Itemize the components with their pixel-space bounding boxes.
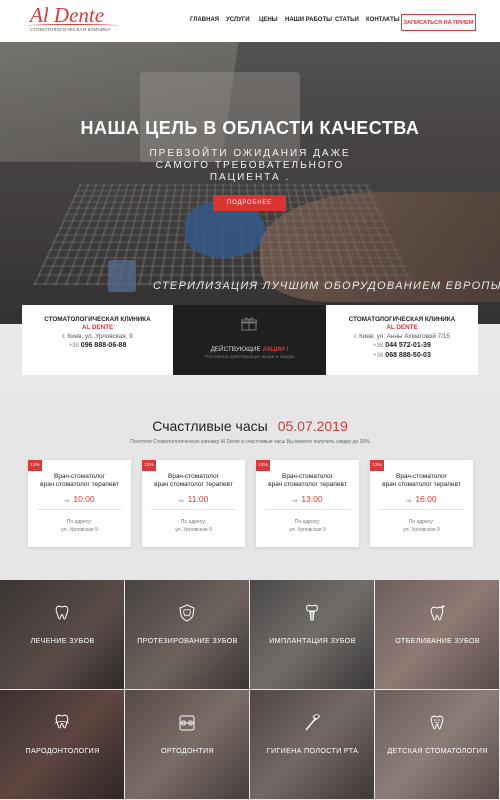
book-appointment-button[interactable]: ЗАПИСАТЬСЯ НА ПРИЕМ (401, 14, 476, 31)
doctor-role: Врач-стоматолог врач стоматолог терапевт (382, 473, 461, 488)
tile-bg (0, 690, 124, 799)
service-tile-whitening[interactable]: ОТБЕЛИВАНИЕ ЗУБОВ (375, 580, 500, 690)
clinic-cards: СТОМАТОЛОГИЧЕСКАЯ КЛИНИКА AL DENTE г. Ки… (22, 305, 478, 375)
service-label: ЛЕЧЕНИЕ ЗУБОВ (30, 636, 95, 645)
tile-bg (250, 690, 374, 799)
logo[interactable]: Al Dente СТОМАТОЛОГИЧЕСКАЯ КЛИНИКА (28, 4, 118, 38)
clinic-address: г. Киев, ул. Урловская, 9 (62, 333, 133, 340)
site-header: Al Dente СТОМАТОЛОГИЧЕСКАЯ КЛИНИКА ГЛАВН… (0, 0, 500, 42)
service-tile-pediatric[interactable]: ДЕТСКАЯ СТОМАТОЛОГИЯ (375, 690, 500, 800)
logo-title: Al Dente (30, 3, 105, 27)
discount-badge: 12% (28, 460, 42, 471)
nav-works[interactable]: НАШИ РАБОТЫ (285, 17, 332, 23)
happy-hours-title: Счастливые часы 05.07.2019 (152, 418, 348, 434)
appointment-time: на 11:00 (178, 494, 209, 504)
service-tile-prosthetics[interactable]: ПРОТЕЗИРОВАНИЕ ЗУБОВ (125, 580, 250, 690)
card-address: По адресу: ул. Урловская 9 (61, 519, 98, 533)
child-tooth-icon (430, 715, 444, 730)
doctor-role: Врач-стоматолог врач стоматолог терапевт (40, 473, 119, 488)
service-tile-implantation[interactable]: ИМПЛАНТАЦИЯ ЗУБОВ (250, 580, 375, 690)
happy-hours-section: Счастливые часы 05.07.2019 Посетите Стома… (0, 390, 500, 580)
clinic-name: СТОМАТОЛОГИЧЕСКАЯ КЛИНИКА (348, 316, 456, 323)
clinic-address: г. Киев, ул. Анны Ахматовой 7/15 (354, 333, 450, 340)
nav-articles[interactable]: СТАТЬИ (335, 17, 359, 23)
divider (265, 509, 350, 510)
service-label: ДЕТСКАЯ СТОМАТОЛОГИЯ (387, 746, 488, 755)
service-tile-treatment[interactable]: ЛЕЧЕНИЕ ЗУБОВ (0, 580, 125, 690)
appointment-time: на 13:00 (292, 494, 323, 504)
gift-icon (241, 317, 257, 331)
nav-contacts[interactable]: КОНТАКТЫ (366, 17, 400, 23)
happy-card[interactable]: 12% Врач-стоматолог врач стоматолог терап… (370, 460, 473, 547)
shield-tooth-icon (179, 604, 195, 622)
tile-bg (125, 690, 249, 799)
happy-card[interactable]: 12% Врач-стоматолог врач стоматолог терап… (256, 460, 359, 547)
tooth-icon (55, 605, 69, 620)
promo-subtitle: Постоянно действующие акции и скидки (204, 355, 295, 360)
promo-card[interactable]: ДЕЙСТВУЮЩИЕ АКЦИИ ! Постоянно действующи… (173, 305, 326, 375)
tile-bg (250, 580, 374, 689)
divider (379, 509, 464, 510)
more-button[interactable]: ПОДРОБНЕЕ (213, 195, 286, 211)
tile-bg (0, 580, 124, 689)
appointment-time: на 10:00 (64, 494, 95, 504)
whitening-icon (430, 605, 445, 621)
logo-subtitle: СТОМАТОЛОГИЧЕСКАЯ КЛИНИКА (30, 27, 111, 32)
clinic-phone[interactable]: +38 068 888-50-03 (326, 351, 478, 361)
card-address: По адресу: ул. Урловская 9 (175, 519, 212, 533)
happy-card[interactable]: 12% Врач-стоматолог врач стоматолог терап… (28, 460, 131, 547)
service-label: ГИГИЕНА ПОЛОСТИ РТА (266, 746, 359, 755)
promo-title: ДЕЙСТВУЮЩИЕ АКЦИИ ! (210, 346, 289, 353)
doctor-role: Врач-стоматолог врач стоматолог терапевт (268, 473, 347, 488)
service-label: ОТБЕЛИВАНИЕ ЗУБОВ (395, 636, 480, 645)
service-label: ОРТОДОНТИЯ (161, 746, 214, 755)
divider (151, 509, 236, 510)
clinic-phone[interactable]: +38 044 572-01-39 (326, 341, 478, 351)
braces-icon (179, 715, 195, 731)
clinic-card-right: СТОМАТОЛОГИЧЕСКАЯ КЛИНИКА AL DENTE г. Ки… (326, 305, 478, 375)
nav-services[interactable]: УСЛУГИ (226, 17, 250, 23)
hero-banner: НАША ЦЕЛЬ В ОБЛАСТИ КАЧЕСТВА ПРЕВЗОЙТИ О… (0, 42, 500, 324)
service-label: ПАРОДОНТОЛОГИЯ (25, 746, 100, 755)
tile-bg (125, 580, 249, 689)
service-tile-orthodontics[interactable]: ОРТОДОНТИЯ (125, 690, 250, 800)
service-tile-hygiene[interactable]: ГИГИЕНА ПОЛОСТИ РТА (250, 690, 375, 800)
clinic-phone[interactable]: +38 096 888-06-88 (22, 341, 173, 351)
discount-badge: 12% (256, 460, 270, 471)
service-label: ПРОТЕЗИРОВАНИЕ ЗУБОВ (137, 636, 238, 645)
hero-subtitle: ПРЕВЗОЙТИ ОЖИДАНИЯ ДАЖЕ САМОГО ТРЕБОВАТЕ… (149, 148, 351, 183)
tile-bg (375, 580, 499, 689)
divider (37, 509, 122, 510)
discount-badge: 12% (370, 460, 384, 471)
service-label: ИМПЛАНТАЦИЯ ЗУБОВ (269, 636, 356, 645)
card-address: По адресу: ул. Урловская 9 (289, 519, 326, 533)
service-tile-periodontology[interactable]: ПАРОДОНТОЛОГИЯ (0, 690, 125, 800)
discount-badge: 12% (142, 460, 156, 471)
nav-prices[interactable]: ЦЕНЫ (259, 17, 278, 23)
hero-title: НАША ЦЕЛЬ В ОБЛАСТИ КАЧЕСТВА (80, 118, 420, 138)
implant-icon (306, 604, 318, 621)
appointment-time: на 16:00 (406, 494, 437, 504)
clinic-brand: AL DENTE (386, 324, 418, 331)
gum-icon (54, 714, 70, 729)
toothbrush-icon (305, 714, 321, 731)
hero-caption: СТЕРИЛИЗАЦИЯ ЛУЧШИМ ОБОРУДОВАНИЕМ ЕВРОПЫ (153, 280, 500, 292)
card-address: По адресу: ул. Урловская 9 (403, 519, 440, 533)
happy-hours-description: Посетите Стоматологическую клинику Al De… (130, 439, 370, 445)
tile-bg (375, 690, 499, 799)
happy-card[interactable]: 12% Врач-стоматолог врач стоматолог терап… (142, 460, 245, 547)
services-grid: ЛЕЧЕНИЕ ЗУБОВ ПРОТЕЗИРОВАНИЕ ЗУБОВ ИМПЛА… (0, 580, 500, 800)
nav-home[interactable]: ГЛАВНАЯ (190, 17, 219, 23)
clinic-name: СТОМАТОЛОГИЧЕСКАЯ КЛИНИКА (44, 316, 151, 323)
clinic-brand: AL DENTE (81, 324, 114, 331)
doctor-role: Врач-стоматолог врач стоматолог терапевт (154, 473, 233, 488)
clinic-card-left: СТОМАТОЛОГИЧЕСКАЯ КЛИНИКА AL DENTE г. Ки… (22, 305, 173, 375)
